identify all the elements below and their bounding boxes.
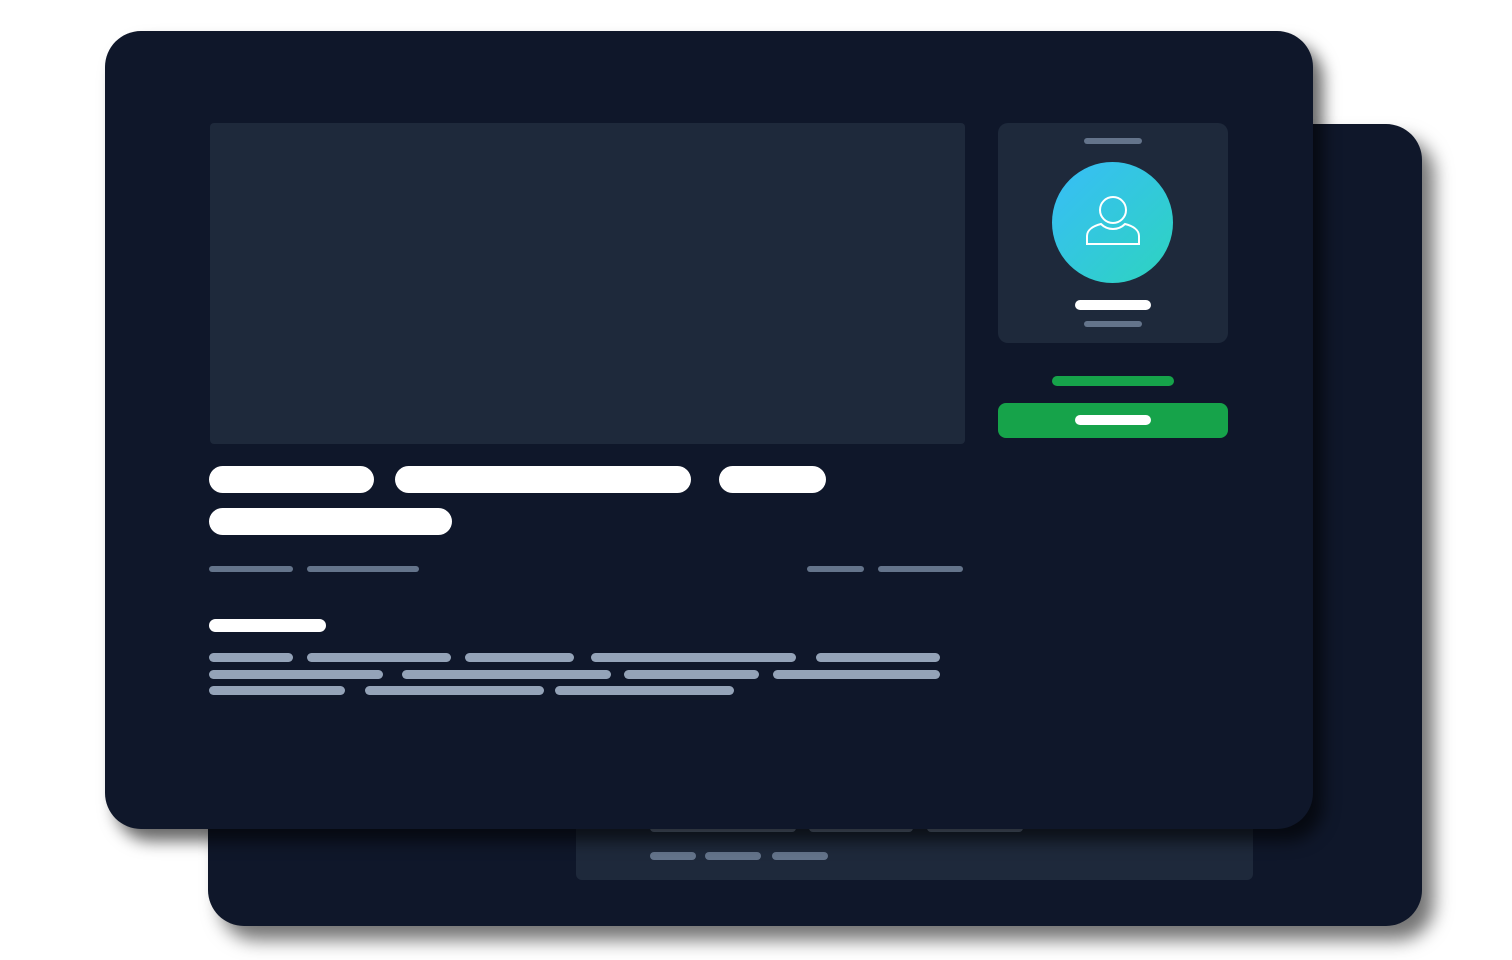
profile-card [998,123,1228,343]
title-line [719,466,826,493]
profile-label-line [1084,138,1142,144]
stage [0,0,1512,960]
profile-subtitle-line [1084,321,1142,327]
section-heading [209,619,326,632]
status-line [1052,376,1174,386]
description-line [465,653,574,662]
user-icon [1081,188,1145,257]
description-line [816,653,940,662]
back-card-text-line [772,852,828,860]
primary-action-label-line [1075,415,1151,425]
description-line [591,653,796,662]
meta-line-left [307,566,419,572]
description-line [773,670,940,679]
description-line [209,653,293,662]
description-line [365,686,544,695]
back-card-text-line [650,852,696,860]
avatar[interactable] [1052,162,1173,283]
meta-line-right [878,566,963,572]
title-line [395,466,691,493]
back-card-text-line [705,852,761,860]
profile-name-line [1075,300,1151,310]
title-line [209,466,374,493]
description-line [624,670,759,679]
primary-action-button[interactable] [998,403,1228,438]
description-line [307,653,451,662]
description-line [402,670,611,679]
title-line [209,508,452,535]
description-line [555,686,734,695]
foreground-card [105,31,1313,829]
media-placeholder[interactable] [210,123,965,444]
meta-line-right [807,566,864,572]
description-line [209,686,345,695]
description-line [209,670,383,679]
meta-line-left [209,566,293,572]
